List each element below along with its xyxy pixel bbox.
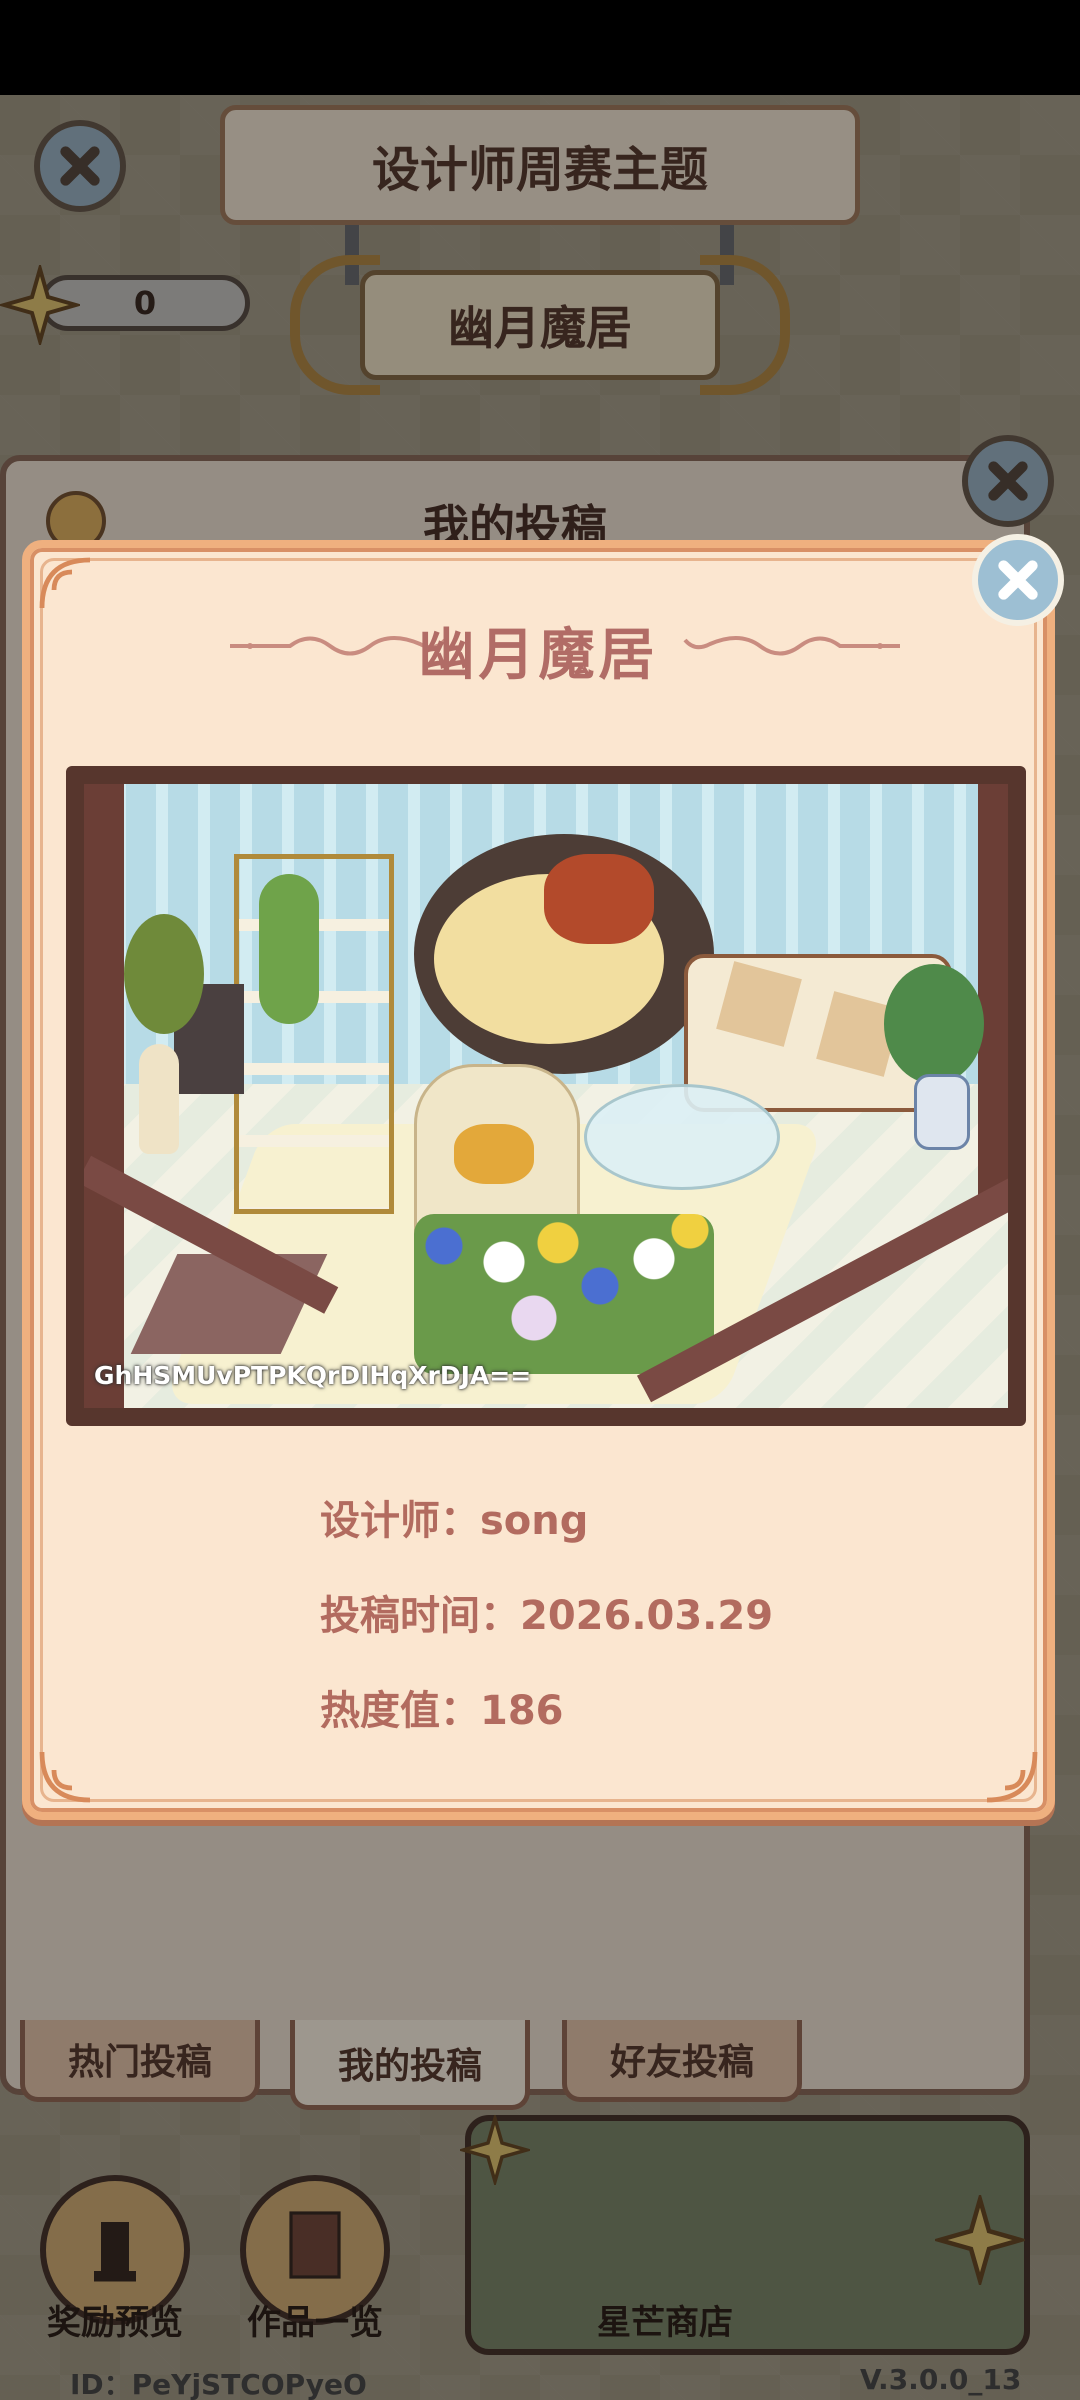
corner-ornament (39, 557, 91, 609)
back-close-button[interactable] (34, 120, 126, 212)
trophy-icon (94, 2222, 136, 2282)
tab-hot-submissions[interactable]: 热门投稿 (20, 2020, 260, 2102)
star-count: 0 (133, 284, 157, 322)
corner-ornament (986, 1751, 1038, 1803)
close-icon (998, 560, 1038, 600)
status-bar (0, 0, 1080, 95)
weekly-theme-title: 设计师周赛主题 (371, 142, 708, 198)
theme-name: 幽月魔居 (448, 301, 632, 355)
close-icon (988, 461, 1028, 501)
reward-preview-label: 奖励预览 (47, 2303, 183, 2343)
tab-friend-submissions[interactable]: 好友投稿 (562, 2020, 802, 2102)
submission-detail-modal: 幽月魔居 GhHSMUvPTPKQrDIHqXrDJA== 设计师：song 投… (22, 540, 1055, 1820)
star-icon (0, 265, 80, 345)
sign-ornament-left (290, 255, 380, 395)
room-illustration: GhHSMUvPTPKQrDIHqXrDJA== (84, 784, 1008, 1408)
wall-edge-right (978, 784, 1008, 1204)
submit-time-info: 投稿时间：2026.03.29 (320, 1593, 774, 1639)
book-icon (289, 2211, 341, 2279)
version-label: V.3.0.0_13 (860, 2363, 1022, 2396)
glass-coffee-table (584, 1084, 780, 1190)
theme-name-sign: 幽月魔居 (360, 270, 720, 380)
tab-label: 好友投稿 (609, 2041, 754, 2083)
sign-ornament-right (700, 255, 790, 395)
tab-label: 我的投稿 (337, 2045, 482, 2087)
tab-my-submissions[interactable]: 我的投稿 (290, 2020, 530, 2110)
hanging-plant (259, 874, 319, 1024)
popularity-info: 热度值：186 (320, 1688, 564, 1734)
potted-palm (884, 964, 984, 1084)
close-icon (60, 146, 100, 186)
flower-bed (414, 1214, 714, 1374)
star-icon (460, 2115, 530, 2185)
corner-ornament (39, 1751, 91, 1803)
design-preview-image: GhHSMUvPTPKQrDIHqXrDJA== (66, 766, 1026, 1426)
star-shop-label: 星芒商店 (597, 2303, 733, 2343)
armchair-cushion (454, 1124, 534, 1184)
user-id: ID：PeYjSTCOPyeO (70, 2368, 367, 2400)
potted-plant (124, 914, 204, 1034)
works-list-label: 作品一览 (247, 2303, 383, 2343)
star-icon (935, 2195, 1025, 2285)
wall-edge-left (84, 784, 124, 1408)
design-code: GhHSMUvPTPKQrDIHqXrDJA== (94, 1361, 532, 1390)
modal-close-button[interactable] (972, 534, 1064, 626)
weekly-theme-title-plate: 设计师周赛主题 (220, 105, 860, 225)
tab-label: 热门投稿 (67, 2041, 212, 2083)
panel-close-button[interactable] (962, 435, 1054, 527)
blue-vase (914, 1074, 970, 1150)
designer-info: 设计师：song (320, 1498, 589, 1544)
tall-vase (139, 1044, 179, 1154)
title-flourish-right (683, 636, 900, 656)
red-pillow (544, 854, 654, 944)
